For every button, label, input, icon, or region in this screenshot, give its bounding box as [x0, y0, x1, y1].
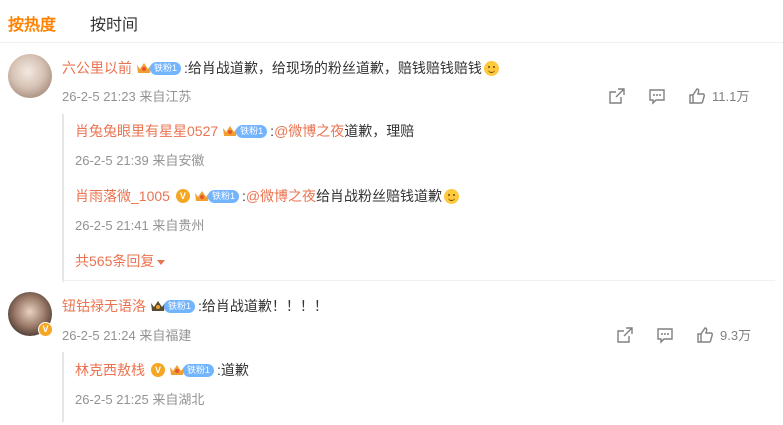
- comment-text: 给肖战道歉！！！！: [201, 298, 328, 314]
- comment-username[interactable]: 钮钴禄无语洛: [62, 296, 146, 316]
- reply-username[interactable]: 林克西敖栈: [75, 360, 145, 380]
- verified-icon: V: [38, 322, 53, 337]
- share-icon[interactable]: [616, 326, 634, 344]
- comment-meta: 26-2-5 21:24 来自福建: [62, 328, 192, 343]
- fan-badge-label: 铁粉1: [236, 124, 268, 138]
- reply-line: 肖雨落微_1005 V 铁粉1 : @微博之夜 给肖战粉丝赔钱道歉: [75, 186, 460, 206]
- caret-down-icon: [157, 259, 166, 265]
- reply-meta: 26-2-5 21:39 来自安徽: [75, 153, 205, 168]
- comment-line: 六公里以前 铁粉1 : 给肖战道歉，给现场的粉丝道歉，赔钱赔钱赔钱: [62, 58, 499, 78]
- tab-time[interactable]: 按时间: [90, 11, 138, 35]
- fan-badge: 铁粉1: [150, 299, 196, 313]
- reply-text: 给肖战粉丝赔钱道歉: [316, 188, 443, 204]
- tabs-divider: [0, 42, 783, 43]
- reply-text: 道歉: [220, 362, 249, 378]
- fan-badge-label: 铁粉1: [164, 299, 196, 313]
- mention-link[interactable]: @微博之夜: [274, 121, 344, 141]
- more-replies-link[interactable]: 共565条回复: [75, 251, 166, 271]
- comment-icon[interactable]: [648, 87, 666, 105]
- like-icon[interactable]: [688, 87, 706, 105]
- reply-meta: 26-2-5 21:41 来自贵州: [75, 218, 205, 233]
- comment-actions: 9.3万: [616, 325, 751, 344]
- comment-actions: 11.1万: [608, 86, 749, 105]
- comment-meta: 26-2-5 21:23 来自江苏: [62, 89, 192, 104]
- avatar[interactable]: [8, 54, 52, 98]
- fan-badge: 铁粉1: [136, 61, 182, 75]
- comment-text: 给肖战道歉，给现场的粉丝道歉，赔钱赔钱赔钱: [187, 60, 482, 76]
- verified-icon: V: [151, 363, 165, 377]
- like-icon[interactable]: [696, 326, 714, 344]
- tab-hot[interactable]: 按热度: [8, 11, 56, 35]
- comment-line: 钮钴禄无语洛 铁粉1 : 给肖战道歉！！！！: [62, 296, 328, 316]
- comment-username[interactable]: 六公里以前: [62, 58, 132, 78]
- fan-badge: 铁粉1: [194, 189, 239, 203]
- reply-thread: [62, 114, 64, 282]
- more-replies-label: 共565条回复: [75, 253, 155, 269]
- sort-tabs: 按热度 按时间: [8, 10, 138, 36]
- comment-icon[interactable]: [656, 326, 674, 344]
- comment-divider: [62, 280, 775, 281]
- reply-meta: 26-2-5 21:25 来自湖北: [75, 392, 205, 407]
- reply-thread: [62, 352, 64, 422]
- reply-text: 道歉，理赔: [344, 123, 415, 139]
- reply-username[interactable]: 肖雨落微_1005: [75, 186, 170, 206]
- fan-badge: 铁粉1: [169, 363, 215, 377]
- share-icon[interactable]: [608, 87, 626, 105]
- like-count: 9.3万: [720, 328, 752, 343]
- verified-icon: V: [175, 189, 190, 203]
- reply-line: 肖兔兔眼里有星星0527 铁粉1 : @微博之夜 道歉，理赔: [75, 121, 414, 141]
- mention-link[interactable]: @微博之夜: [246, 186, 316, 206]
- smile-emoji-icon: [483, 60, 499, 76]
- fan-badge-label: 铁粉1: [183, 363, 215, 377]
- reply-username[interactable]: 肖兔兔眼里有星星0527: [75, 121, 218, 141]
- fan-badge: 铁粉1: [222, 124, 268, 138]
- fan-badge-label: 铁粉1: [207, 189, 239, 203]
- like-count: 11.1万: [712, 89, 750, 104]
- smirk-emoji-icon: [444, 188, 460, 204]
- fan-badge-label: 铁粉1: [150, 61, 182, 75]
- reply-line: 林克西敖栈 V 铁粉1 : 道歉: [75, 360, 249, 380]
